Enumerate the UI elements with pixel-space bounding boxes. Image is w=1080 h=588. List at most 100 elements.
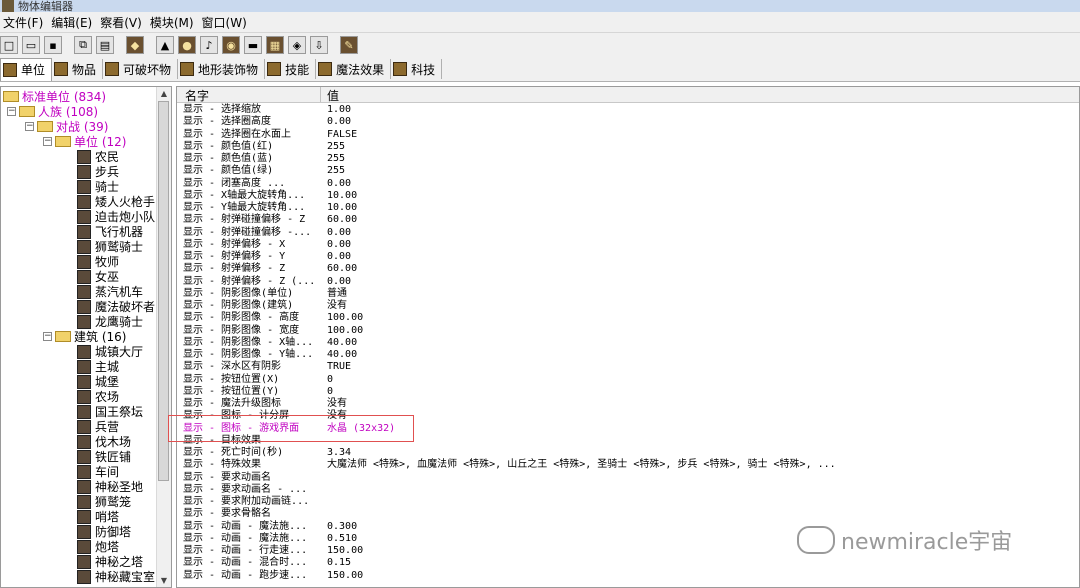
tree-unit-item[interactable]: 迫击炮小队 bbox=[77, 209, 155, 224]
collapse-icon[interactable]: − bbox=[25, 122, 34, 131]
property-value: TRUE bbox=[327, 361, 352, 373]
building-portrait-icon bbox=[77, 509, 91, 524]
unit-icon[interactable]: ◆ bbox=[126, 36, 144, 54]
property-name: 显示 - 动画 - 行走速... bbox=[183, 545, 308, 556]
tab-doodads[interactable]: 地形装饰物 bbox=[178, 59, 266, 79]
collapse-icon[interactable]: − bbox=[7, 107, 16, 116]
property-value: 60.00 bbox=[327, 263, 358, 275]
gold-icon[interactable]: ● bbox=[178, 36, 196, 54]
tree-root[interactable]: 标准单位 (834) bbox=[3, 89, 106, 104]
tree-building-item[interactable]: 车间 bbox=[77, 464, 119, 479]
tab-upgrades[interactable]: 科技 bbox=[391, 59, 443, 79]
tab-units[interactable]: 单位 bbox=[0, 57, 53, 81]
tree-unit-item[interactable]: 狮鹫骑士 bbox=[77, 239, 143, 254]
menu-view[interactable]: 察看(V) bbox=[97, 14, 147, 31]
object-icon[interactable]: ◈ bbox=[288, 36, 306, 54]
unit-portrait-icon bbox=[77, 179, 91, 194]
tree-unit-item[interactable]: 女巫 bbox=[77, 269, 119, 284]
unit-tab-icon bbox=[3, 62, 17, 77]
building-portrait-icon bbox=[77, 434, 91, 449]
property-value: 0 bbox=[327, 373, 334, 385]
menu-window[interactable]: 窗口(W) bbox=[199, 14, 252, 31]
tree-building-item[interactable]: 兵营 bbox=[77, 419, 119, 434]
property-value: FALSE bbox=[327, 128, 358, 140]
tree-melee[interactable]: − 对战 (39) bbox=[25, 119, 108, 134]
paste-icon[interactable]: ▤ bbox=[96, 36, 114, 54]
terrain-icon[interactable]: ▲ bbox=[156, 36, 174, 54]
unit-portrait-icon bbox=[77, 164, 91, 179]
collapse-icon[interactable]: − bbox=[43, 332, 52, 341]
tree-building-item[interactable]: 城堡 bbox=[77, 374, 119, 389]
property-name: 显示 - 动画 - 魔法施... bbox=[183, 532, 308, 544]
tree-unit-item[interactable]: 步兵 bbox=[77, 164, 119, 179]
grid-icon[interactable]: ▦ bbox=[266, 36, 284, 54]
tree-building-item[interactable]: 神秘圣地 bbox=[77, 479, 143, 494]
tree-building-item[interactable]: 伐木场 bbox=[77, 434, 131, 449]
tree-race[interactable]: − 人族 (108) bbox=[7, 104, 98, 119]
open-folder-icon[interactable]: ▭ bbox=[22, 36, 40, 54]
tree-unit-item[interactable]: 魔法破坏者 bbox=[77, 299, 155, 314]
collapse-icon[interactable]: − bbox=[43, 137, 52, 146]
object-tree[interactable]: 标准单位 (834) − 人族 (108) − 对战 (39) − 单位 (12… bbox=[0, 86, 172, 588]
column-value-header[interactable]: 值 bbox=[327, 87, 339, 104]
menu-edit[interactable]: 编辑(E) bbox=[48, 14, 97, 31]
unit-portrait-icon bbox=[77, 314, 91, 329]
tree-building-item[interactable]: 神秘藏宝室 bbox=[77, 569, 155, 584]
tree-unit-item[interactable]: 骑士 bbox=[77, 179, 119, 194]
unit-portrait-icon bbox=[77, 224, 91, 239]
edit-icon[interactable]: ✎ bbox=[340, 36, 358, 54]
tree-building-item[interactable]: 铁匠铺 bbox=[77, 449, 131, 464]
property-name: 显示 - 按钮位置(X) bbox=[183, 373, 280, 385]
tree-unit-item[interactable]: 农民 bbox=[77, 149, 119, 164]
menu-module[interactable]: 模块(M) bbox=[147, 14, 199, 31]
item-tab-icon bbox=[54, 62, 69, 76]
new-file-icon[interactable]: □ bbox=[0, 36, 18, 54]
property-value: 0.00 bbox=[327, 238, 352, 250]
tree-building-item[interactable]: 神秘之塔 bbox=[77, 554, 143, 569]
folder-icon bbox=[55, 331, 71, 342]
property-name: 显示 - 射弹偏移 - Z (... bbox=[183, 275, 316, 287]
tree-scrollbar[interactable]: ▲ ▼ bbox=[156, 87, 171, 587]
property-value: 150.00 bbox=[327, 545, 364, 556]
scroll-down-icon[interactable]: ▼ bbox=[157, 574, 171, 587]
tree-unit-item[interactable]: 矮人火枪手 bbox=[77, 194, 155, 209]
property-name: 显示 - 要求动画名 - ... bbox=[183, 483, 308, 495]
folder-icon bbox=[55, 136, 71, 147]
tree-buildings-folder[interactable]: − 建筑 (16) bbox=[43, 329, 126, 344]
toolbar: □ ▭ ▪ ⧉ ▤ ◆ ▲ ● ♪ ◉ ▬ ▦ ◈ ⇩ ✎ bbox=[0, 33, 1080, 57]
model-icon[interactable]: ◉ bbox=[222, 36, 240, 54]
tree-building-item[interactable]: 国王祭坛 bbox=[77, 404, 143, 419]
ability-tab-icon bbox=[267, 62, 282, 76]
tree-building-item[interactable]: 哨塔 bbox=[77, 509, 119, 524]
tree-unit-item[interactable]: 蒸汽机车 bbox=[77, 284, 143, 299]
tree-unit-item[interactable]: 牧师 bbox=[77, 254, 119, 269]
tree-building-item[interactable]: 炮塔 bbox=[77, 539, 119, 554]
tab-abilities[interactable]: 技能 bbox=[265, 59, 317, 79]
tab-destructibles[interactable]: 可破坏物 bbox=[103, 59, 179, 79]
tree-building-item[interactable]: 农场 bbox=[77, 389, 119, 404]
tree-building-item[interactable]: 城镇大厅 bbox=[77, 344, 143, 359]
tree-unit-item[interactable]: 龙鹰骑士 bbox=[77, 314, 143, 329]
tab-buffs[interactable]: 魔法效果 bbox=[316, 59, 392, 79]
copy-icon[interactable]: ⧉ bbox=[74, 36, 92, 54]
tree-unit-item[interactable]: 飞行机器 bbox=[77, 224, 143, 239]
tile-icon[interactable]: ▬ bbox=[244, 36, 262, 54]
column-divider[interactable] bbox=[320, 87, 321, 102]
tab-items[interactable]: 物品 bbox=[52, 59, 104, 79]
building-portrait-icon bbox=[77, 524, 91, 539]
column-name-header[interactable]: 名字 bbox=[185, 87, 209, 104]
tree-building-item[interactable]: 防御塔 bbox=[77, 524, 131, 539]
scroll-up-icon[interactable]: ▲ bbox=[157, 87, 171, 100]
tree-building-item[interactable]: 主城 bbox=[77, 359, 119, 374]
save-icon[interactable]: ▪ bbox=[44, 36, 62, 54]
sound-icon[interactable]: ♪ bbox=[200, 36, 218, 54]
property-name: 显示 - 阴影图像 - X轴... bbox=[183, 336, 314, 348]
tree-building-item[interactable]: 狮鹫笼 bbox=[77, 494, 131, 509]
building-portrait-icon bbox=[77, 449, 91, 464]
menu-file[interactable]: 文件(F) bbox=[0, 14, 48, 31]
property-name: 显示 - 阴影图像(单位) bbox=[183, 287, 294, 299]
property-value: 255 bbox=[327, 153, 346, 164]
tree-units-folder[interactable]: − 单位 (12) bbox=[43, 134, 126, 149]
property-name: 显示 - 特殊效果 bbox=[183, 459, 262, 471]
import-icon[interactable]: ⇩ bbox=[310, 36, 328, 54]
